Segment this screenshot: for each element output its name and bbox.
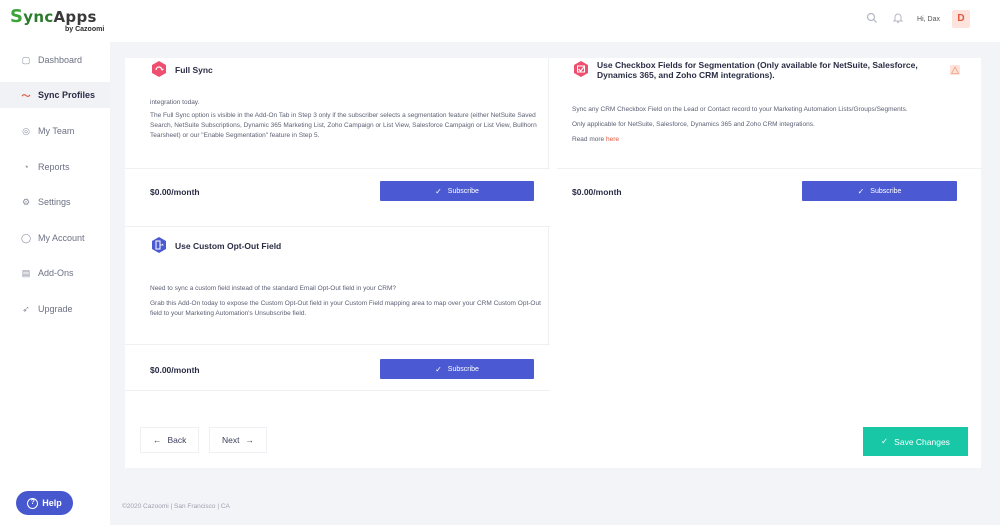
next-button[interactable]: Next → [209,427,267,453]
sidebar-item-sync-profiles[interactable]: 〜 Sync Profiles [0,82,110,108]
addon-price: $0.00/month [572,187,622,197]
question-icon: ? [27,497,39,509]
read-more-line: Read more here [572,135,967,145]
arrow-left-icon: ← [153,435,162,445]
sidebar-item-label: Upgrade [38,304,73,314]
upgrade-icon: ➶ [22,303,30,314]
addon-price: $0.00/month [150,365,200,375]
next-label: Next [222,435,240,445]
addon-description-text: Need to sync a custom field instead of t… [150,285,397,292]
settings-icon: ⚙ [21,196,31,207]
addon-description-text: Only applicable for NetSuite, Salesforce… [572,121,815,128]
addon-description: integration today. The Full Sync option … [150,98,538,146]
subscribe-label: Subscribe [447,365,479,373]
addon-description-intro: integration today. [150,99,200,106]
sidebar-item-my-team[interactable]: ◎ My Team [0,118,110,144]
search-icon[interactable] [865,12,879,26]
addon-card-full-sync: Full Sync integration today. The Full Sy… [125,58,550,218]
logo-sync: ync [23,8,54,26]
reports-icon: ◔ [23,162,29,172]
sync-badge-icon [150,60,168,78]
addon-description-text: The Full Sync option is visible in the A… [150,112,537,139]
sidebar-item-add-ons[interactable]: ▤ Add-Ons [0,260,110,286]
check-icon: ✓ [435,364,442,374]
save-label: Save Changes [894,436,950,447]
back-button[interactable]: ← Back [140,427,200,453]
addon-description: Sync any CRM Checkbox Field on the Lead … [572,105,967,157]
sidebar-item-label: Add-Ons [38,268,74,278]
opt-out-badge-icon [150,236,168,254]
addon-title: Use Custom Opt-Out Field [175,241,282,251]
sidebar-item-upgrade[interactable]: ➶ Upgrade [0,296,110,322]
logo-apps: Apps [53,8,97,26]
sidebar-item-label: My Team [38,126,75,136]
team-icon: ◎ [22,125,30,136]
top-bar: SyncApps by Cazoomi Hi, Dax D [0,0,1000,42]
subscribe-label: Subscribe [870,187,902,195]
checkbox-badge-icon [572,60,590,78]
sidebar-item-label: Sync Profiles [38,90,96,100]
read-more-text: Read more [572,136,605,143]
logo-subtitle: by Cazoomi [65,26,105,33]
addons-icon: ▤ [21,267,31,278]
save-changes-button[interactable]: ✓ Save Changes [863,427,968,456]
sidebar-item-label: Reports [38,162,70,172]
subscribe-button[interactable]: ✓ Subscribe [380,359,534,379]
sidebar-item-label: My Account [38,233,85,243]
sidebar-item-reports[interactable]: ◔ Reports [0,154,110,180]
arrow-right-icon: → [245,435,254,445]
addon-card-checkbox-segmentation: Use Checkbox Fields for Segmentation (On… [557,58,981,218]
sidebar: ▢ Dashboard 〜 Sync Profiles ◎ My Team ◔ … [0,42,110,525]
user-greeting: Hi, Dax [917,15,940,23]
warning-icon [949,63,961,75]
syncapps-logo[interactable]: SyncApps by Cazoomi [10,6,110,35]
check-icon: ✓ [435,186,442,196]
sidebar-item-settings[interactable]: ⚙ Settings [0,189,110,215]
help-button[interactable]: ? Help [16,491,73,515]
addon-price: $0.00/month [150,187,200,197]
sidebar-item-label: Settings [38,197,71,207]
help-label: Help [42,498,62,508]
check-icon: ✓ [857,186,865,196]
bell-icon[interactable] [891,12,905,26]
sidebar-item-label: Dashboard [38,55,83,65]
footer: ©2020 Cazoomi | San Francisco | CA [122,503,230,510]
sync-icon: 〜 [21,90,31,101]
addon-description: Need to sync a custom field instead of t… [150,284,545,324]
addon-description-text: Grab this Add-On today to expose the Cus… [150,300,541,317]
addon-title: Use Checkbox Fields for Segmentation (On… [597,60,918,80]
top-actions: Hi, Dax D [865,10,970,28]
addon-title: Full Sync [175,65,213,75]
avatar[interactable]: D [952,10,970,28]
sidebar-item-my-account[interactable]: ◯ My Account [0,225,110,251]
read-more-link[interactable]: here [606,136,619,143]
subscribe-button[interactable]: ✓ Subscribe [380,181,534,201]
logo-s: S [10,6,24,27]
sidebar-item-dashboard[interactable]: ▢ Dashboard [0,47,110,73]
account-icon: ◯ [20,232,32,243]
check-icon: ✓ [881,436,889,446]
logo-wordmark: SyncApps [10,6,110,27]
subscribe-label: Subscribe [447,187,479,195]
addon-description-text: Sync any CRM Checkbox Field on the Lead … [572,106,908,113]
addon-card-custom-opt-out: Use Custom Opt-Out Field Need to sync a … [125,226,550,391]
back-label: Back [167,435,187,445]
add-ons-panel: Full Sync integration today. The Full Sy… [125,58,981,468]
subscribe-button[interactable]: ✓ Subscribe [802,181,957,201]
dashboard-icon: ▢ [21,54,31,65]
